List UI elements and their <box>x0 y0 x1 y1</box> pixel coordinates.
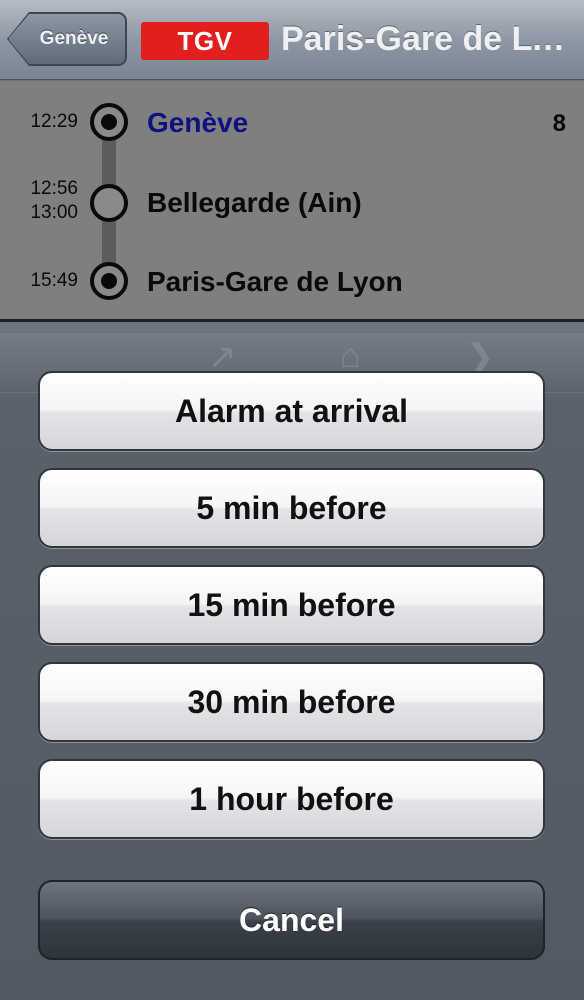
option-label: 1 hour before <box>189 780 394 817</box>
alarm-30-min-button[interactable]: 30 min before <box>38 662 545 742</box>
option-label: 30 min before <box>187 683 396 720</box>
stop-time: 15:49 <box>30 270 78 291</box>
back-button-label: Genève <box>39 28 109 49</box>
stop-marker-hollow-icon <box>90 184 128 222</box>
stop-row-destination[interactable]: 15:49 Paris-Gare de Lyon <box>0 251 584 311</box>
alarm-action-sheet: ↗ ⌂ ❯ Alarm at arrival 5 min before 15 m… <box>0 333 584 1000</box>
alarm-5-min-button[interactable]: 5 min before <box>38 468 545 548</box>
stop-name: Paris-Gare de Lyon <box>147 266 403 297</box>
option-label: Alarm at arrival <box>174 392 408 429</box>
train-type-label: TGV <box>177 25 233 56</box>
stop-name: Genève <box>147 107 249 138</box>
train-type-badge: TGV <box>141 22 269 60</box>
alarm-at-arrival-button[interactable]: Alarm at arrival <box>38 371 545 451</box>
stop-row-intermediate[interactable]: 12:56 13:00 Bellegarde (Ain) <box>0 172 584 232</box>
stop-marker-filled-icon <box>90 262 128 300</box>
stop-time: 12:29 <box>30 111 78 132</box>
back-button[interactable]: Genève <box>8 13 126 65</box>
stop-list: 12:29 Genève 8 12:56 13:00 Bellegarde (A… <box>0 81 584 322</box>
platform-number: 8 <box>552 110 566 137</box>
alarm-15-min-button[interactable]: 15 min before <box>38 565 545 645</box>
navigation-bar: Genève TGV Paris-Gare de Lyon <box>0 0 584 80</box>
option-label: 5 min before <box>196 489 387 526</box>
stop-row-origin[interactable]: 12:29 Genève 8 <box>0 92 584 152</box>
stop-arrival-time: 12:56 <box>30 178 78 199</box>
alarm-1-hour-button[interactable]: 1 hour before <box>38 759 545 839</box>
page-title: Paris-Gare de Lyon <box>281 20 581 58</box>
cancel-button[interactable]: Cancel <box>38 880 545 960</box>
option-label: 15 min before <box>187 586 396 623</box>
stop-name: Bellegarde (Ain) <box>147 187 362 218</box>
stop-marker-filled-icon <box>90 103 128 141</box>
stop-departure-time: 13:00 <box>30 202 78 223</box>
cancel-label: Cancel <box>239 901 344 938</box>
